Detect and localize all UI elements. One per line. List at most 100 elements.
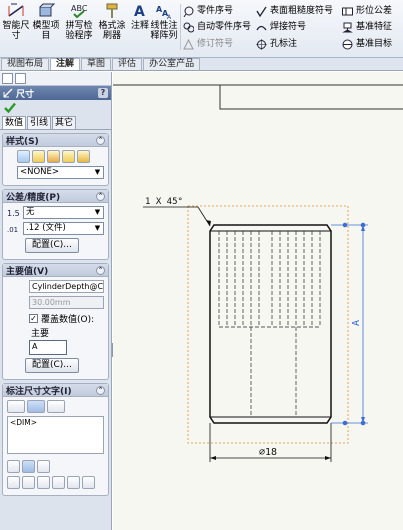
weld-symbol-button[interactable]: 焊接符号 <box>256 21 306 33</box>
style-select[interactable]: <NONE> ▼ <box>17 166 104 179</box>
model-items-icon <box>39 3 55 17</box>
svg-text:A: A <box>351 320 362 326</box>
more-symbols-icon[interactable] <box>82 476 95 489</box>
drag-handle[interactable] <box>360 222 366 228</box>
smart-dimension-button[interactable]: 智能尺寸 <box>2 2 30 41</box>
datum-feature-button[interactable]: 基准特征 <box>342 21 392 33</box>
subtab-leaders[interactable]: 引线 <box>27 116 52 129</box>
align-right-icon[interactable] <box>37 460 50 473</box>
spell-check-button[interactable]: ABC 拼写检验程序 <box>64 2 94 41</box>
chevron-down-icon: ▼ <box>94 168 101 176</box>
ok-check-icon[interactable] <box>4 102 16 114</box>
dimension-text-area[interactable]: <DIM> <box>7 416 104 454</box>
align-center-icon[interactable] <box>22 460 35 473</box>
parentheses-icon[interactable] <box>7 400 25 413</box>
command-manager-tabs: 视图布局 注解 草图 评估 办公室产品 <box>0 58 403 71</box>
auto-balloon-icon <box>183 22 194 32</box>
tab-office-products[interactable]: 办公室产品 <box>143 58 201 70</box>
diameter-symbol-icon[interactable] <box>7 476 20 489</box>
dimension-value-field[interactable]: 30.00mm <box>29 296 104 309</box>
linear-note-pattern-button[interactable]: A A A 线性注释阵列 <box>150 2 178 41</box>
main-label: 主要 <box>31 329 50 339</box>
ok-row <box>0 100 111 116</box>
property-manager-tab-icon[interactable] <box>15 73 26 84</box>
datum-target-icon <box>342 39 353 49</box>
primary-value-group: 主要值(V) ⌃ CylinderDepth@Cylinc 30.00mm ✓ … <box>2 263 109 380</box>
height-dimension[interactable]: A <box>331 222 368 426</box>
tab-annotation[interactable]: 注解 <box>50 58 81 70</box>
drag-handle[interactable] <box>360 420 366 426</box>
format-painter-button[interactable]: 格式涂刷器 <box>97 2 127 41</box>
primary-value-group-header[interactable]: 主要值(V) ⌃ <box>3 264 108 277</box>
degree-symbol-icon[interactable] <box>22 476 35 489</box>
datum-target-button[interactable]: 基准目标 <box>342 38 392 50</box>
subtab-value[interactable]: 数值 <box>2 116 27 129</box>
balloon-button[interactable]: 零件序号 <box>183 5 233 17</box>
override-value-input[interactable]: A <box>29 340 67 355</box>
manager-tabs <box>0 72 111 86</box>
surface-finish-button[interactable]: 表面粗糙度符号 <box>256 5 333 17</box>
help-button[interactable]: ? <box>98 88 108 98</box>
tolerance-config-button[interactable]: 配置(C)... <box>25 238 79 253</box>
tolerance-group: 公差/精度(P) ⌃ 1.50 无▼ .01 .12 (文件)▼ 配置(C)..… <box>2 189 109 260</box>
precision-select[interactable]: .12 (文件) ▼ <box>23 222 104 235</box>
chamfer-edges <box>210 230 331 418</box>
title-block-line <box>219 85 403 110</box>
centerline-symbol-icon[interactable] <box>52 476 65 489</box>
drag-handle[interactable] <box>342 420 348 426</box>
svg-text:A: A <box>167 14 172 20</box>
ribbon: 智能尺寸 模型项目 ABC 拼写检验程序 格式涂刷器 A 注释 A A A 线性… <box>0 0 403 58</box>
collapse-icon[interactable]: ⌃ <box>96 191 105 201</box>
dimension-reference-field[interactable]: CylinderDepth@Cylinc <box>29 280 104 293</box>
drag-handle[interactable] <box>342 222 348 228</box>
hole-callout-button[interactable]: 孔标注 <box>256 38 297 50</box>
style-group-header[interactable]: 样式(S) ⌃ <box>3 134 108 147</box>
diameter-dimension[interactable]: ∅18 <box>209 423 332 462</box>
auto-balloon-button[interactable]: 自动零件序号 <box>183 21 251 33</box>
revision-symbol-button[interactable]: 修订符号 <box>183 38 233 50</box>
apply-style-icon[interactable] <box>17 150 30 163</box>
model-items-button[interactable]: 模型项目 <box>32 2 60 41</box>
drawing-canvas[interactable]: 1 X 45° ∅18 A <box>113 72 403 530</box>
align-left-icon[interactable] <box>7 460 20 473</box>
svg-text:A: A <box>134 4 145 20</box>
cylinder-outline[interactable] <box>209 224 332 424</box>
weld-symbol-icon <box>256 25 267 30</box>
subtab-other[interactable]: 其它 <box>52 116 77 129</box>
surface-finish-icon <box>256 6 267 17</box>
load-style-icon[interactable] <box>77 150 90 163</box>
tab-evaluate[interactable]: 评估 <box>112 58 143 70</box>
tab-view-layout[interactable]: 视图布局 <box>1 58 50 70</box>
tolerance-group-header[interactable]: 公差/精度(P) ⌃ <box>3 190 108 203</box>
chevron-down-icon: ▼ <box>94 208 101 216</box>
tolerance-type-select[interactable]: 无 ▼ <box>23 206 104 219</box>
dimension-text-group: 标注尺寸文字(I) ⌃ <DIM> <box>2 383 109 496</box>
feature-tree-tab-icon[interactable] <box>2 73 13 84</box>
override-value-checkbox[interactable]: ✓ <box>29 314 38 323</box>
delete-style-icon[interactable] <box>47 150 60 163</box>
inspection-dimension-icon[interactable] <box>47 400 65 413</box>
chamfer-note[interactable]: 1 X 45° <box>145 197 183 207</box>
collapse-icon[interactable]: ⌃ <box>96 265 105 275</box>
dimension-text-group-header[interactable]: 标注尺寸文字(I) ⌃ <box>3 384 108 397</box>
note-button[interactable]: A 注释 <box>130 2 150 31</box>
tab-sketch[interactable]: 草图 <box>81 58 112 70</box>
geometric-tolerance-icon <box>342 7 353 15</box>
chevron-down-icon: ▼ <box>94 224 101 232</box>
tolerance-type-icon: 1.50 <box>7 209 20 218</box>
svg-text:.01: .01 <box>7 226 18 234</box>
collapse-icon[interactable]: ⌃ <box>96 385 105 395</box>
drawing-sheet: 1 X 45° ∅18 A <box>113 84 403 462</box>
square-symbol-icon[interactable] <box>67 476 80 489</box>
geometric-tolerance-button[interactable]: 形位公差 <box>342 5 392 17</box>
center-dimension-icon[interactable] <box>27 400 45 413</box>
primary-config-button[interactable]: 配置(C)... <box>25 358 79 373</box>
save-style-icon[interactable] <box>62 150 75 163</box>
ribbon-separator <box>180 4 181 50</box>
format-painter-icon <box>106 3 118 18</box>
plus-minus-symbol-icon[interactable] <box>37 476 50 489</box>
hidden-lines <box>218 231 321 417</box>
linear-note-pattern-icon: A A A <box>156 5 172 20</box>
add-style-icon[interactable] <box>32 150 45 163</box>
collapse-icon[interactable]: ⌃ <box>96 135 105 145</box>
